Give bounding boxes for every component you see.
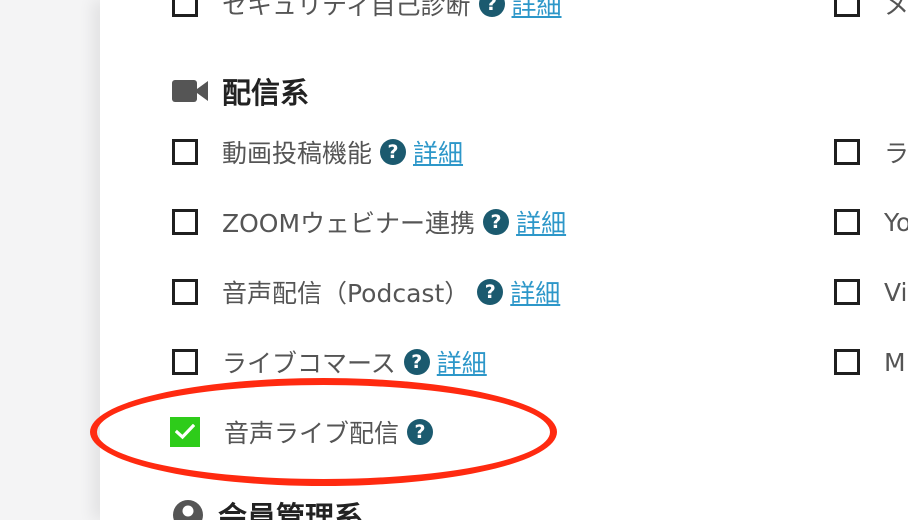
right-option-row-3: Vi xyxy=(834,275,908,309)
section-heading-distribution: 配信系 xyxy=(172,70,309,112)
section-heading-member: 会員管理系 xyxy=(172,494,363,520)
option-row-live-commerce: ライブコマース ? 詳細 xyxy=(172,345,487,379)
option-label: M xyxy=(884,347,906,377)
option-row-security-check: セキュリティ自己診断 ? 詳細 xyxy=(172,0,562,21)
help-icon[interactable]: ? xyxy=(380,139,407,165)
detail-link[interactable]: 詳細 xyxy=(510,274,560,310)
option-label: 動画投稿機能 xyxy=(222,139,373,168)
checkbox-right-3[interactable] xyxy=(834,279,860,305)
help-icon[interactable]: ? xyxy=(478,0,505,17)
option-label: 音声ライブ配信 xyxy=(224,419,400,448)
checkbox-video-post[interactable] xyxy=(172,139,198,165)
section-title: 会員管理系 xyxy=(218,500,364,520)
checkbox-right-4[interactable] xyxy=(834,349,860,375)
option-label: ZOOMウェビナー連携 xyxy=(222,209,476,238)
checkbox-audio-live[interactable] xyxy=(170,417,200,447)
right-option-row-2: Yo xyxy=(834,205,908,239)
checkbox-security-check[interactable] xyxy=(172,0,198,17)
right-option-row-4: M xyxy=(834,345,906,379)
help-icon[interactable]: ? xyxy=(483,209,510,235)
detail-link[interactable]: 詳細 xyxy=(516,204,566,240)
option-label: メ xyxy=(884,0,908,20)
section-title: 配信系 xyxy=(222,76,310,110)
help-icon[interactable]: ? xyxy=(403,349,430,375)
option-row-zoom-webinar: ZOOMウェビナー連携 ? 詳細 xyxy=(172,205,566,239)
help-icon[interactable]: ? xyxy=(477,279,504,305)
option-label: セキュリティ自己診断 xyxy=(222,0,471,20)
option-label: ラ xyxy=(884,139,908,168)
option-label: 音声配信（Podcast） xyxy=(222,279,470,308)
checkbox-live-commerce[interactable] xyxy=(172,349,198,375)
option-row-podcast: 音声配信（Podcast） ? 詳細 xyxy=(172,275,560,309)
user-circle-icon xyxy=(172,499,204,520)
page: セキュリティ自己診断 ? 詳細 メ 配信系 動画投稿機能 ? 詳細 ZOOMウェ… xyxy=(0,0,908,520)
video-camera-icon xyxy=(172,78,208,104)
option-label: Yo xyxy=(884,207,908,237)
help-icon[interactable]: ? xyxy=(407,419,434,445)
checkbox-zoom-webinar[interactable] xyxy=(172,209,198,235)
left-background xyxy=(0,0,100,520)
checkbox-right-2[interactable] xyxy=(834,209,860,235)
option-row-video-post: 動画投稿機能 ? 詳細 xyxy=(172,135,463,169)
right-option-row-0: メ xyxy=(834,0,908,21)
detail-link[interactable]: 詳細 xyxy=(437,344,487,380)
detail-link[interactable]: 詳細 xyxy=(413,134,463,170)
checkbox-right-0[interactable] xyxy=(834,0,860,17)
right-option-row-1: ラ xyxy=(834,135,908,169)
detail-link[interactable]: 詳細 xyxy=(512,0,562,22)
checkbox-right-1[interactable] xyxy=(834,139,860,165)
option-label: Vi xyxy=(884,277,908,307)
option-label: ライブコマース xyxy=(222,349,396,378)
option-row-audio-live: 音声ライブ配信 ? xyxy=(170,415,434,449)
checkmark-icon xyxy=(175,424,195,440)
checkbox-podcast[interactable] xyxy=(172,279,198,305)
